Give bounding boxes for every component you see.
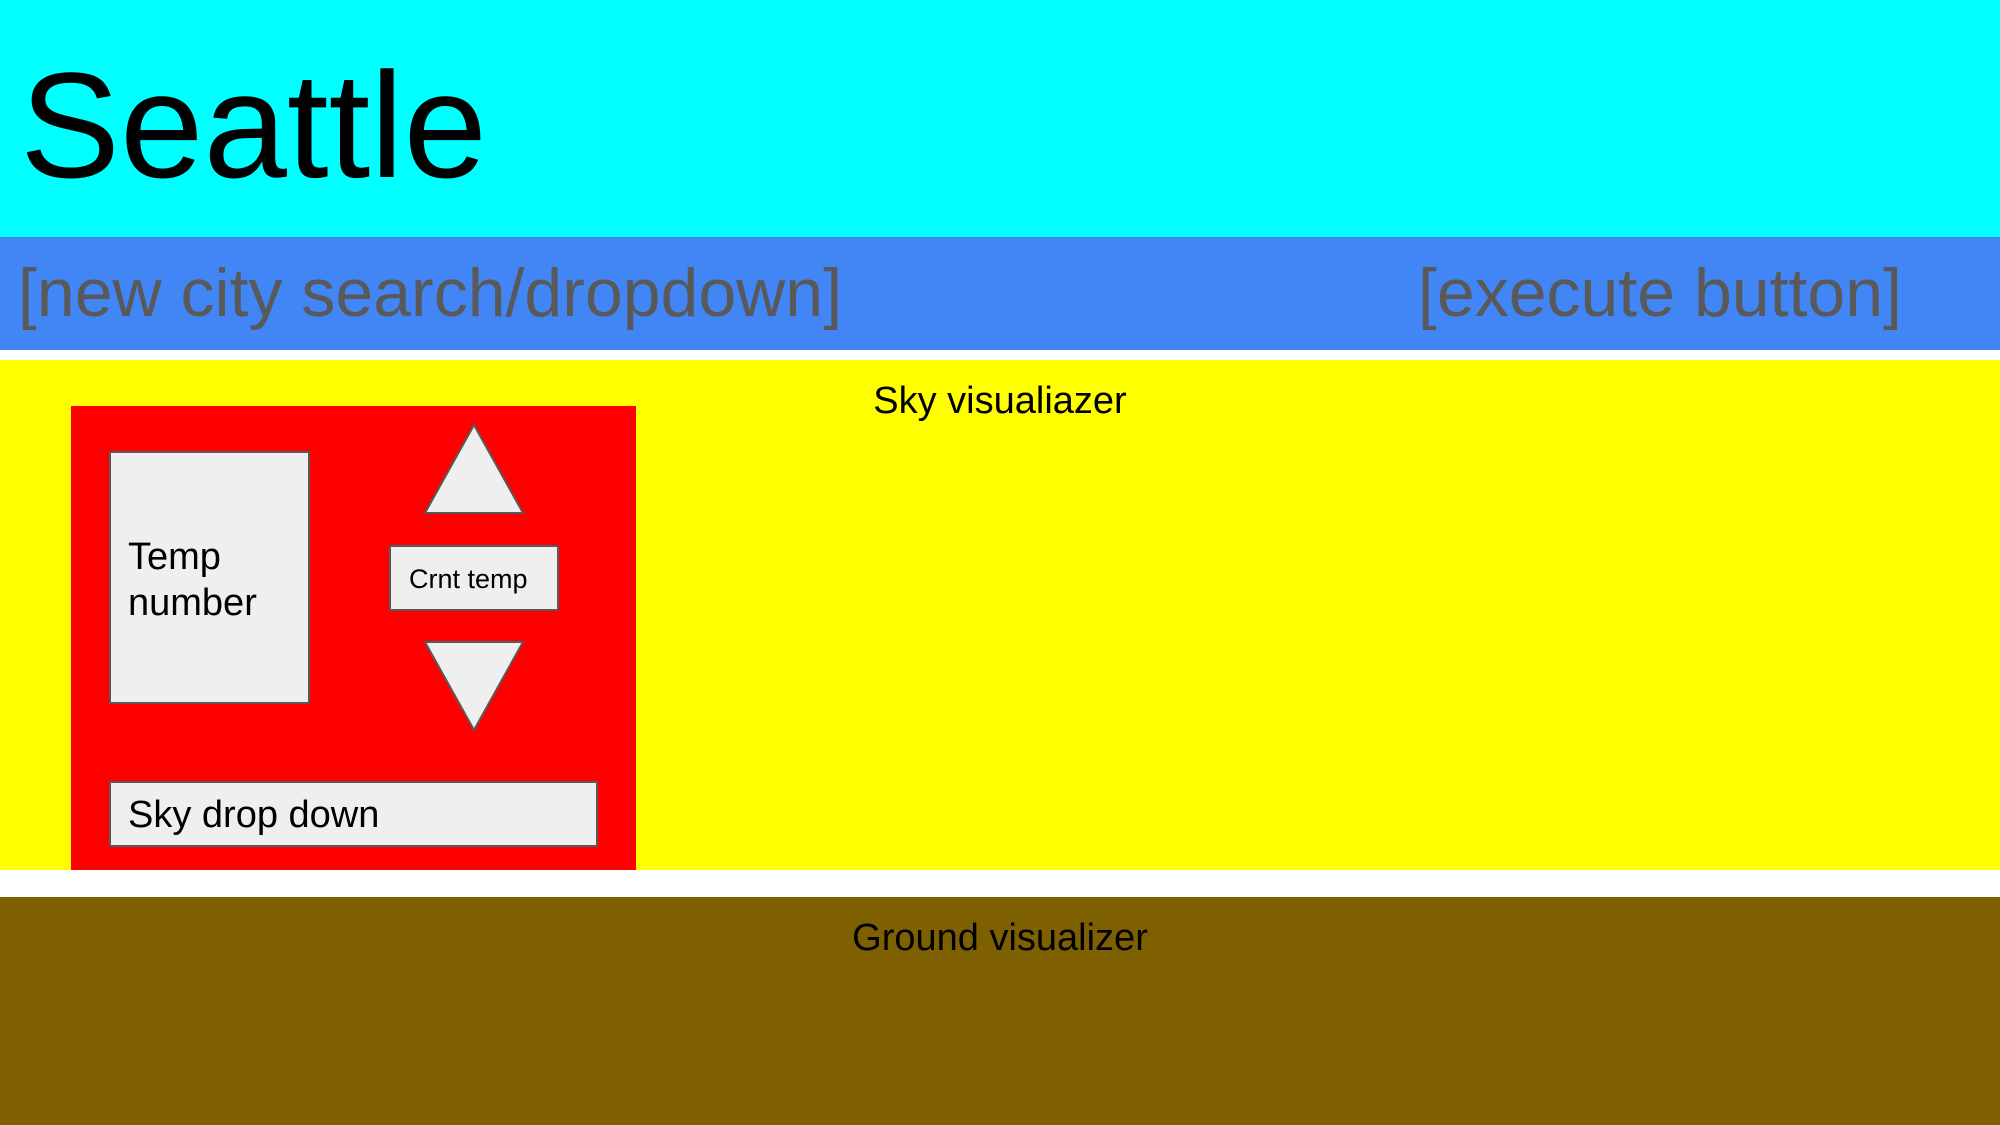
current-temp-display: Crnt temp: [389, 545, 559, 611]
ground-visualizer-label: Ground visualizer: [852, 917, 1148, 959]
wireframe-page: Seattle [new city search/dropdown] [exec…: [0, 0, 2000, 1125]
temp-number-label: Temp number: [128, 536, 257, 624]
city-title: Seattle: [20, 41, 487, 209]
sky-dropdown-label: Sky drop down: [128, 794, 380, 836]
sky-dropdown[interactable]: Sky drop down: [109, 781, 598, 847]
execute-button[interactable]: [execute button]: [1418, 253, 1902, 335]
triangle-up-icon[interactable]: [423, 423, 525, 515]
city-search-dropdown[interactable]: [new city search/dropdown]: [18, 253, 842, 335]
temp-number-display: Temp number: [109, 451, 310, 704]
current-temp-label: Crnt temp: [409, 564, 528, 594]
triangle-down-icon[interactable]: [423, 640, 525, 732]
